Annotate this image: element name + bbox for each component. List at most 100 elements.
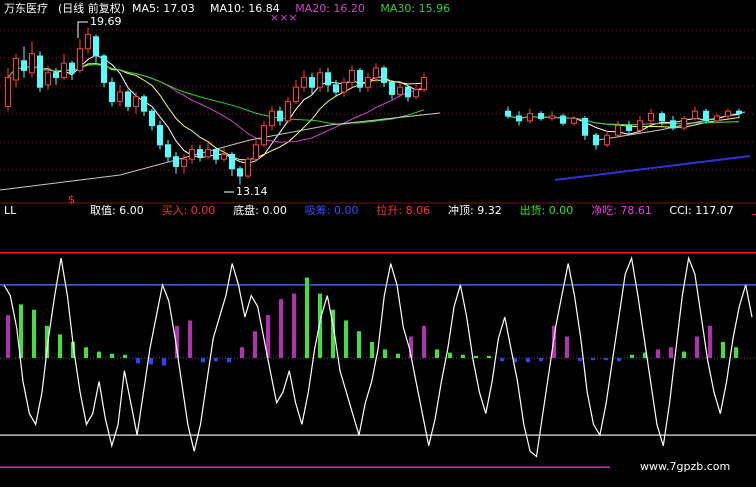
candle-body	[141, 96, 147, 112]
candle-body	[293, 86, 299, 103]
left-marker: $	[68, 193, 75, 206]
candle-body	[413, 89, 419, 98]
indicator-bar	[84, 347, 88, 358]
indicator-bar	[97, 351, 101, 358]
indicator-bar	[227, 358, 231, 363]
candle-body	[309, 77, 315, 88]
candle-body	[13, 57, 19, 81]
candle-body	[53, 72, 59, 79]
candle-body	[582, 117, 588, 136]
indicator-threshold-lines	[0, 251, 756, 469]
candle-body	[381, 67, 387, 83]
candle-body	[245, 158, 251, 177]
indicator-legend-item: 拉升: 8.06	[376, 203, 430, 217]
candle-body	[213, 149, 219, 160]
candle-body	[703, 110, 709, 122]
indicator-bar	[526, 358, 530, 363]
candle-body	[77, 48, 83, 71]
ma-legend-item: MA20: 16.20	[295, 2, 365, 15]
candle-body	[277, 110, 283, 122]
watermark: www.7gpzb.com	[640, 460, 730, 473]
candle-body	[389, 81, 395, 95]
cci-line	[3, 255, 753, 458]
indicator-legend-item: CCI: 117.07	[669, 204, 733, 217]
candle-body	[69, 62, 75, 74]
candle-body	[725, 110, 731, 117]
candle-body	[317, 72, 323, 88]
candle-body	[93, 36, 99, 57]
ma-long-line	[0, 112, 441, 191]
indicator-bar	[357, 331, 361, 358]
indicator-bar	[370, 341, 374, 358]
indicator-bar	[123, 354, 127, 358]
indicator-bar	[279, 299, 283, 358]
indicator-bar	[669, 347, 673, 358]
indicator-bar	[695, 336, 699, 358]
indicator-legend: 取值: 6.00 买入: 0.00 底盘: 0.00 吸筹: 0.00 拉升: 8.06…	[90, 203, 756, 217]
indicator-bar	[539, 358, 543, 362]
indicator-bar	[240, 347, 244, 358]
indicator-legend-item: 出货: 0.00	[520, 203, 574, 217]
candle-body	[736, 110, 742, 115]
candle-body	[301, 77, 307, 88]
candle-body	[125, 91, 131, 107]
candle-body	[593, 134, 599, 146]
candle-body	[549, 115, 555, 119]
indicator-bar	[708, 325, 712, 358]
candle-body	[604, 134, 610, 146]
candle-body	[109, 81, 115, 103]
candle-body	[61, 62, 67, 79]
candlesticks	[5, 27, 742, 185]
indicator-name-label: LL	[4, 204, 17, 217]
indicator-bar	[461, 354, 465, 358]
candle-body	[237, 168, 243, 177]
candle-body	[133, 96, 139, 107]
candle-body	[29, 53, 35, 74]
candle-body	[37, 55, 43, 88]
indicator-bar	[630, 354, 634, 358]
indicator-bar	[617, 358, 621, 362]
indicator-bar	[58, 334, 62, 358]
candle-body	[538, 113, 544, 119]
indicator-bar	[253, 331, 257, 358]
indicator-legend-item: 底盘: 0.00	[233, 203, 287, 217]
indicator-bars	[6, 277, 738, 366]
indicator-bar	[422, 325, 426, 358]
indicator-bar	[721, 341, 725, 358]
candle-body	[681, 117, 687, 129]
indicator-bar	[578, 358, 582, 362]
indicator-bar	[162, 358, 166, 366]
candle-body	[357, 69, 363, 88]
candle-body	[45, 72, 51, 86]
indicator-bar	[604, 358, 608, 361]
grid-lines	[0, 29, 756, 204]
moving-average-lines	[0, 21, 751, 193]
candle-body	[189, 149, 195, 160]
candle-body	[714, 115, 720, 122]
candle-body	[5, 77, 11, 107]
trend-line	[554, 155, 751, 181]
cci-series	[3, 255, 753, 458]
indicator-bar	[656, 349, 660, 358]
indicator-bar	[292, 293, 296, 358]
candle-body	[692, 110, 698, 119]
stock-chart: 万东医疗 (日线 前复权) MA5: 17.03 MA10: 16.84 MA20:…	[0, 1, 756, 473]
candle-body	[365, 77, 371, 88]
indicator-bar	[201, 358, 205, 363]
indicator-bar	[214, 358, 218, 362]
candle-body	[181, 158, 187, 167]
indicator-legend-item: 上穿买: -100.00	[752, 203, 756, 217]
indicator-bar	[305, 277, 309, 358]
candle-body	[405, 86, 411, 98]
candle-body	[269, 110, 275, 127]
candle-body	[505, 110, 511, 117]
candle-body	[333, 84, 339, 93]
candle-body	[615, 125, 621, 136]
indicator-bar	[500, 358, 504, 362]
indicator-legend-item: 吸筹: 0.00	[305, 203, 359, 217]
candle-body	[516, 115, 522, 122]
candle-body	[253, 144, 259, 160]
indicator-bar	[344, 320, 348, 358]
stock-name: 万东医疗	[4, 1, 48, 15]
candle-body	[101, 55, 107, 83]
